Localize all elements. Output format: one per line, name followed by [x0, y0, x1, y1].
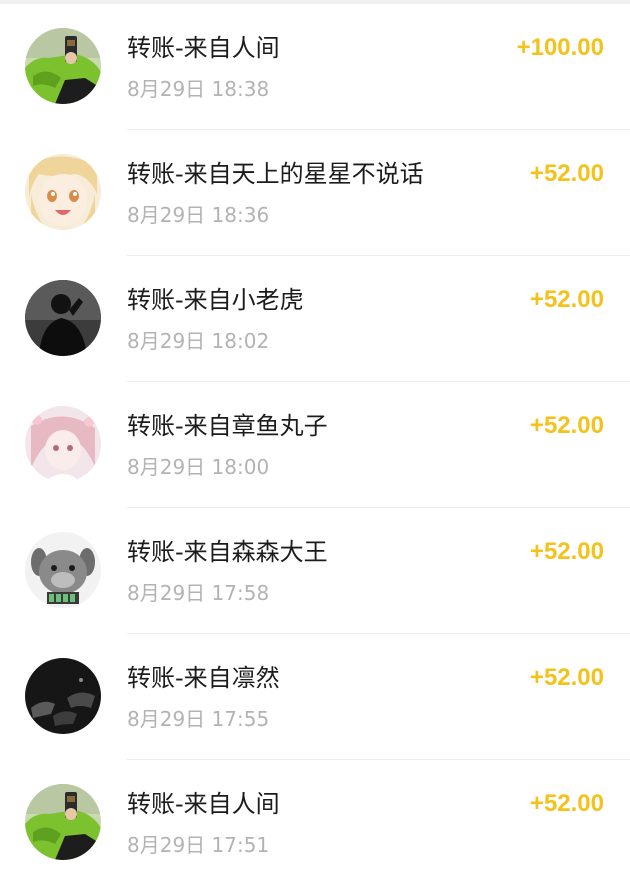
- silhouette-avatar[interactable]: [25, 280, 101, 356]
- transaction-title: 转账-来自章鱼丸子: [127, 412, 328, 440]
- pink-anime-avatar[interactable]: [25, 406, 101, 482]
- transaction-row[interactable]: 转账-来自森森大王 8月29日 17:58 +52.00: [0, 508, 630, 634]
- transaction-title: 转账-来自人间: [127, 790, 280, 818]
- transaction-amount: +52.00: [529, 286, 604, 313]
- green-hoodie-selfie-avatar[interactable]: [25, 28, 101, 104]
- transaction-amount: +52.00: [529, 538, 604, 565]
- dark-hands-avatar[interactable]: [25, 658, 101, 734]
- transaction-row[interactable]: 转账-来自小老虎 8月29日 18:02 +52.00: [0, 256, 630, 382]
- transaction-amount: +100.00: [516, 34, 604, 61]
- transaction-time: 8月29日 18:38: [127, 77, 270, 101]
- transaction-title: 转账-来自天上的星星不说话: [127, 160, 424, 188]
- transaction-title: 转账-来自凛然: [127, 664, 280, 692]
- transaction-time: 8月29日 18:36: [127, 203, 270, 227]
- grey-puppy-avatar[interactable]: [25, 532, 101, 608]
- green-hoodie-selfie-avatar[interactable]: [25, 784, 101, 860]
- transaction-amount: +52.00: [529, 664, 604, 691]
- transaction-row[interactable]: 转账-来自人间 8月29日 18:38 +100.00: [0, 4, 630, 130]
- transaction-row[interactable]: 转账-来自天上的星星不说话 8月29日 18:36 +52.00: [0, 130, 630, 256]
- transaction-row[interactable]: 转账-来自凛然 8月29日 17:55 +52.00: [0, 634, 630, 760]
- transaction-amount: +52.00: [529, 160, 604, 187]
- transaction-title: 转账-来自森森大王: [127, 538, 328, 566]
- transaction-title: 转账-来自人间: [127, 34, 280, 62]
- transaction-row[interactable]: 转账-来自人间 8月29日 17:51 +52.00: [0, 760, 630, 886]
- transaction-time: 8月29日 17:58: [127, 581, 270, 605]
- transaction-time: 8月29日 18:00: [127, 455, 270, 479]
- anime-girl-avatar[interactable]: [25, 154, 101, 230]
- transaction-title: 转账-来自小老虎: [127, 286, 304, 314]
- transaction-row[interactable]: 转账-来自章鱼丸子 8月29日 18:00 +52.00: [0, 382, 630, 508]
- transaction-time: 8月29日 18:02: [127, 329, 270, 353]
- transaction-time: 8月29日 17:55: [127, 707, 270, 731]
- transaction-time: 8月29日 17:51: [127, 833, 270, 857]
- transaction-amount: +52.00: [529, 412, 604, 439]
- transaction-list: 转账-来自人间 8月29日 18:38 +100.00 转账-来自天上的星星不说…: [0, 4, 630, 886]
- transaction-amount: +52.00: [529, 790, 604, 817]
